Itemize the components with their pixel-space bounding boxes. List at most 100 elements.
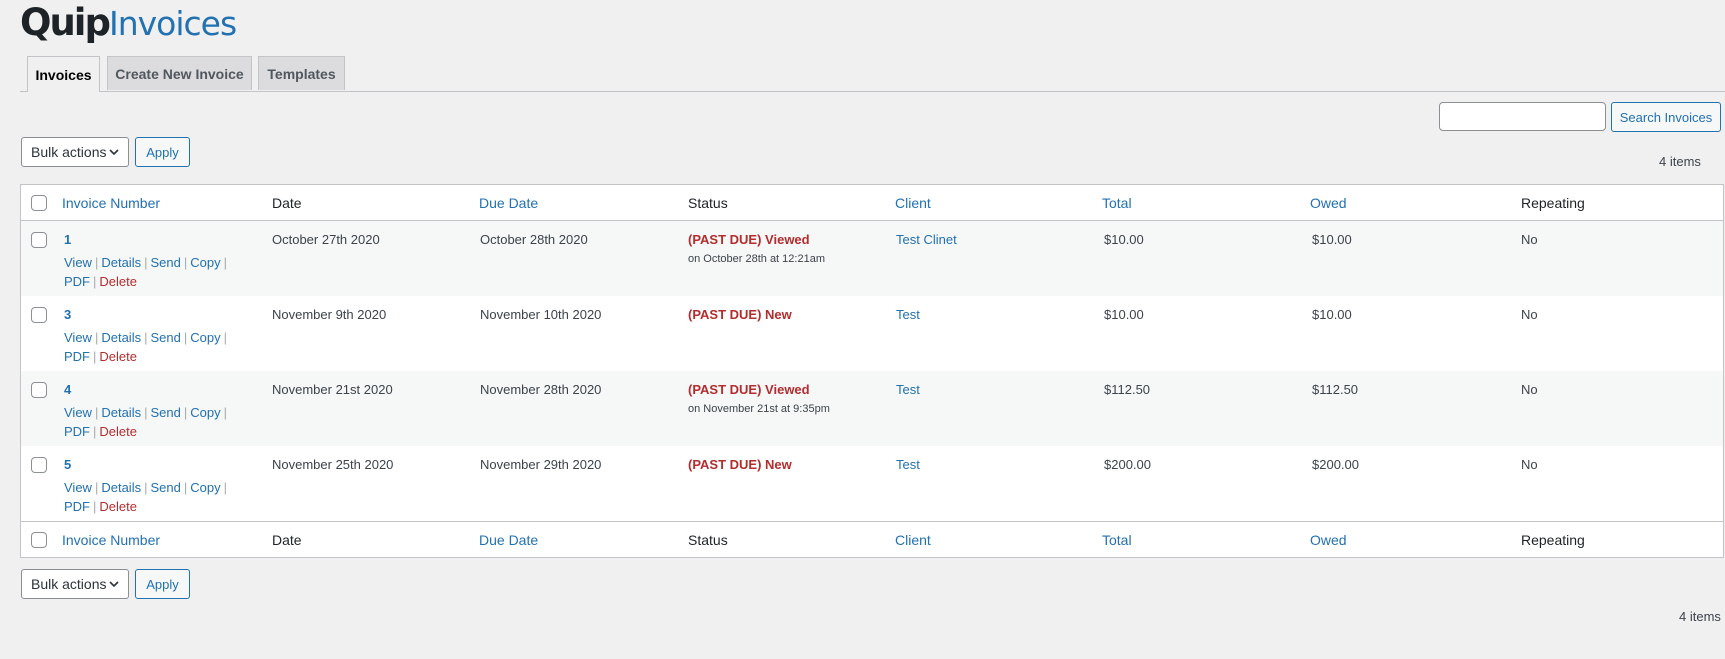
separator: |	[94, 405, 99, 420]
separator: |	[183, 330, 188, 345]
separator: |	[94, 255, 99, 270]
apply-button-top[interactable]: Apply	[135, 137, 190, 167]
column-header-date: Date	[272, 195, 302, 211]
column-header-status: Status	[688, 195, 728, 211]
delete-link[interactable]: Delete	[99, 274, 137, 289]
invoice-date: October 27th 2020	[272, 232, 380, 247]
row-checkbox[interactable]	[31, 382, 47, 398]
bulk-actions-selected: Bulk actions	[31, 576, 107, 592]
invoice-due-date: November 28th 2020	[480, 382, 602, 397]
tab-invoices[interactable]: Invoices	[27, 56, 100, 92]
invoice-total: $10.00	[1104, 232, 1144, 247]
row-checkbox[interactable]	[31, 307, 47, 323]
invoice-repeating: No	[1521, 382, 1538, 397]
view-link[interactable]: View	[64, 405, 92, 420]
client-link[interactable]: Test Clinet	[896, 232, 957, 247]
item-count-bottom: 4 items	[1679, 609, 1721, 624]
column-footer-client[interactable]: Client	[895, 532, 931, 548]
select-all-checkbox-footer[interactable]	[31, 532, 47, 548]
invoice-owed: $112.50	[1312, 382, 1359, 397]
search-input[interactable]	[1439, 102, 1606, 131]
invoice-owed: $10.00	[1312, 232, 1352, 247]
client-link[interactable]: Test	[896, 307, 920, 322]
separator: |	[93, 424, 97, 439]
table-row: 3 View | Details | Send | Copy | PDF | Delete Nov…	[21, 296, 1723, 371]
separator: |	[223, 405, 227, 420]
table-row: 5 View | Details | Send | Copy | PDF | Delete Nov…	[21, 446, 1723, 521]
pdf-link[interactable]: PDF	[64, 349, 90, 364]
column-header-invoice-number[interactable]: Invoice Number	[62, 195, 160, 211]
status-label: (PAST DUE) Viewed	[688, 382, 810, 397]
status-label: (PAST DUE) New	[688, 307, 792, 322]
details-link[interactable]: Details	[101, 330, 141, 345]
select-all-checkbox[interactable]	[31, 195, 47, 211]
column-header-due-date[interactable]: Due Date	[479, 195, 538, 211]
logo-text-invoices: Invoices	[108, 4, 237, 43]
pdf-link[interactable]: PDF	[64, 274, 90, 289]
bulk-actions-select-bottom[interactable]: Bulk actions	[21, 569, 129, 599]
pdf-link[interactable]: PDF	[64, 499, 90, 514]
bulk-actions-selected: Bulk actions	[31, 144, 107, 160]
chevron-down-icon	[109, 581, 119, 588]
invoice-repeating: No	[1521, 232, 1538, 247]
view-link[interactable]: View	[64, 255, 92, 270]
row-actions: View | Details | Send | Copy | PDF | Delete	[64, 478, 244, 516]
separator: |	[93, 349, 97, 364]
status-label: (PAST DUE) New	[688, 457, 792, 472]
send-link[interactable]: Send	[150, 330, 180, 345]
copy-link[interactable]: Copy	[190, 405, 220, 420]
invoice-number-link[interactable]: 3	[64, 307, 71, 322]
column-footer-total[interactable]: Total	[1102, 532, 1132, 548]
invoice-number-link[interactable]: 5	[64, 457, 71, 472]
view-link[interactable]: View	[64, 330, 92, 345]
chevron-down-icon	[109, 149, 119, 156]
delete-link[interactable]: Delete	[99, 499, 137, 514]
copy-link[interactable]: Copy	[190, 480, 220, 495]
invoice-total: $112.50	[1104, 382, 1151, 397]
send-link[interactable]: Send	[150, 405, 180, 420]
separator: |	[183, 255, 188, 270]
status-detail: on November 21st at 9:35pm	[688, 403, 830, 415]
invoice-due-date: October 28th 2020	[480, 232, 588, 247]
invoice-number-link[interactable]: 1	[64, 232, 71, 247]
separator: |	[223, 255, 227, 270]
search-invoices-button[interactable]: Search Invoices	[1611, 102, 1721, 132]
column-header-repeating: Repeating	[1521, 195, 1585, 211]
send-link[interactable]: Send	[150, 480, 180, 495]
column-header-owed[interactable]: Owed	[1310, 195, 1347, 211]
separator: |	[93, 499, 97, 514]
apply-button-bottom[interactable]: Apply	[135, 569, 190, 599]
pdf-link[interactable]: PDF	[64, 424, 90, 439]
invoice-repeating: No	[1521, 457, 1538, 472]
column-footer-owed[interactable]: Owed	[1310, 532, 1347, 548]
details-link[interactable]: Details	[101, 255, 141, 270]
column-footer-status: Status	[688, 532, 728, 548]
column-footer-due-date[interactable]: Due Date	[479, 532, 538, 548]
invoice-owed: $10.00	[1312, 307, 1352, 322]
table-row: 4 View | Details | Send | Copy | PDF | Delete Nov…	[21, 371, 1723, 446]
invoice-date: November 25th 2020	[272, 457, 394, 472]
column-header-total[interactable]: Total	[1102, 195, 1132, 211]
invoice-number-link[interactable]: 4	[64, 382, 71, 397]
table-row: 1 View | Details | Send | Copy | PDF | Delete Oct…	[21, 221, 1723, 296]
client-link[interactable]: Test	[896, 382, 920, 397]
send-link[interactable]: Send	[150, 255, 180, 270]
row-checkbox[interactable]	[31, 457, 47, 473]
delete-link[interactable]: Delete	[99, 349, 137, 364]
view-link[interactable]: View	[64, 480, 92, 495]
tab-templates[interactable]: Templates	[258, 56, 345, 90]
details-link[interactable]: Details	[101, 480, 141, 495]
tab-create-new-invoice[interactable]: Create New Invoice	[107, 56, 252, 90]
row-checkbox[interactable]	[31, 232, 47, 248]
copy-link[interactable]: Copy	[190, 255, 220, 270]
bulk-actions-select-top[interactable]: Bulk actions	[21, 137, 129, 167]
column-footer-invoice-number[interactable]: Invoice Number	[62, 532, 160, 548]
client-link[interactable]: Test	[896, 457, 920, 472]
copy-link[interactable]: Copy	[190, 330, 220, 345]
separator: |	[223, 480, 227, 495]
column-header-client[interactable]: Client	[895, 195, 931, 211]
invoice-repeating: No	[1521, 307, 1538, 322]
delete-link[interactable]: Delete	[99, 424, 137, 439]
details-link[interactable]: Details	[101, 405, 141, 420]
column-footer-repeating: Repeating	[1521, 532, 1585, 548]
